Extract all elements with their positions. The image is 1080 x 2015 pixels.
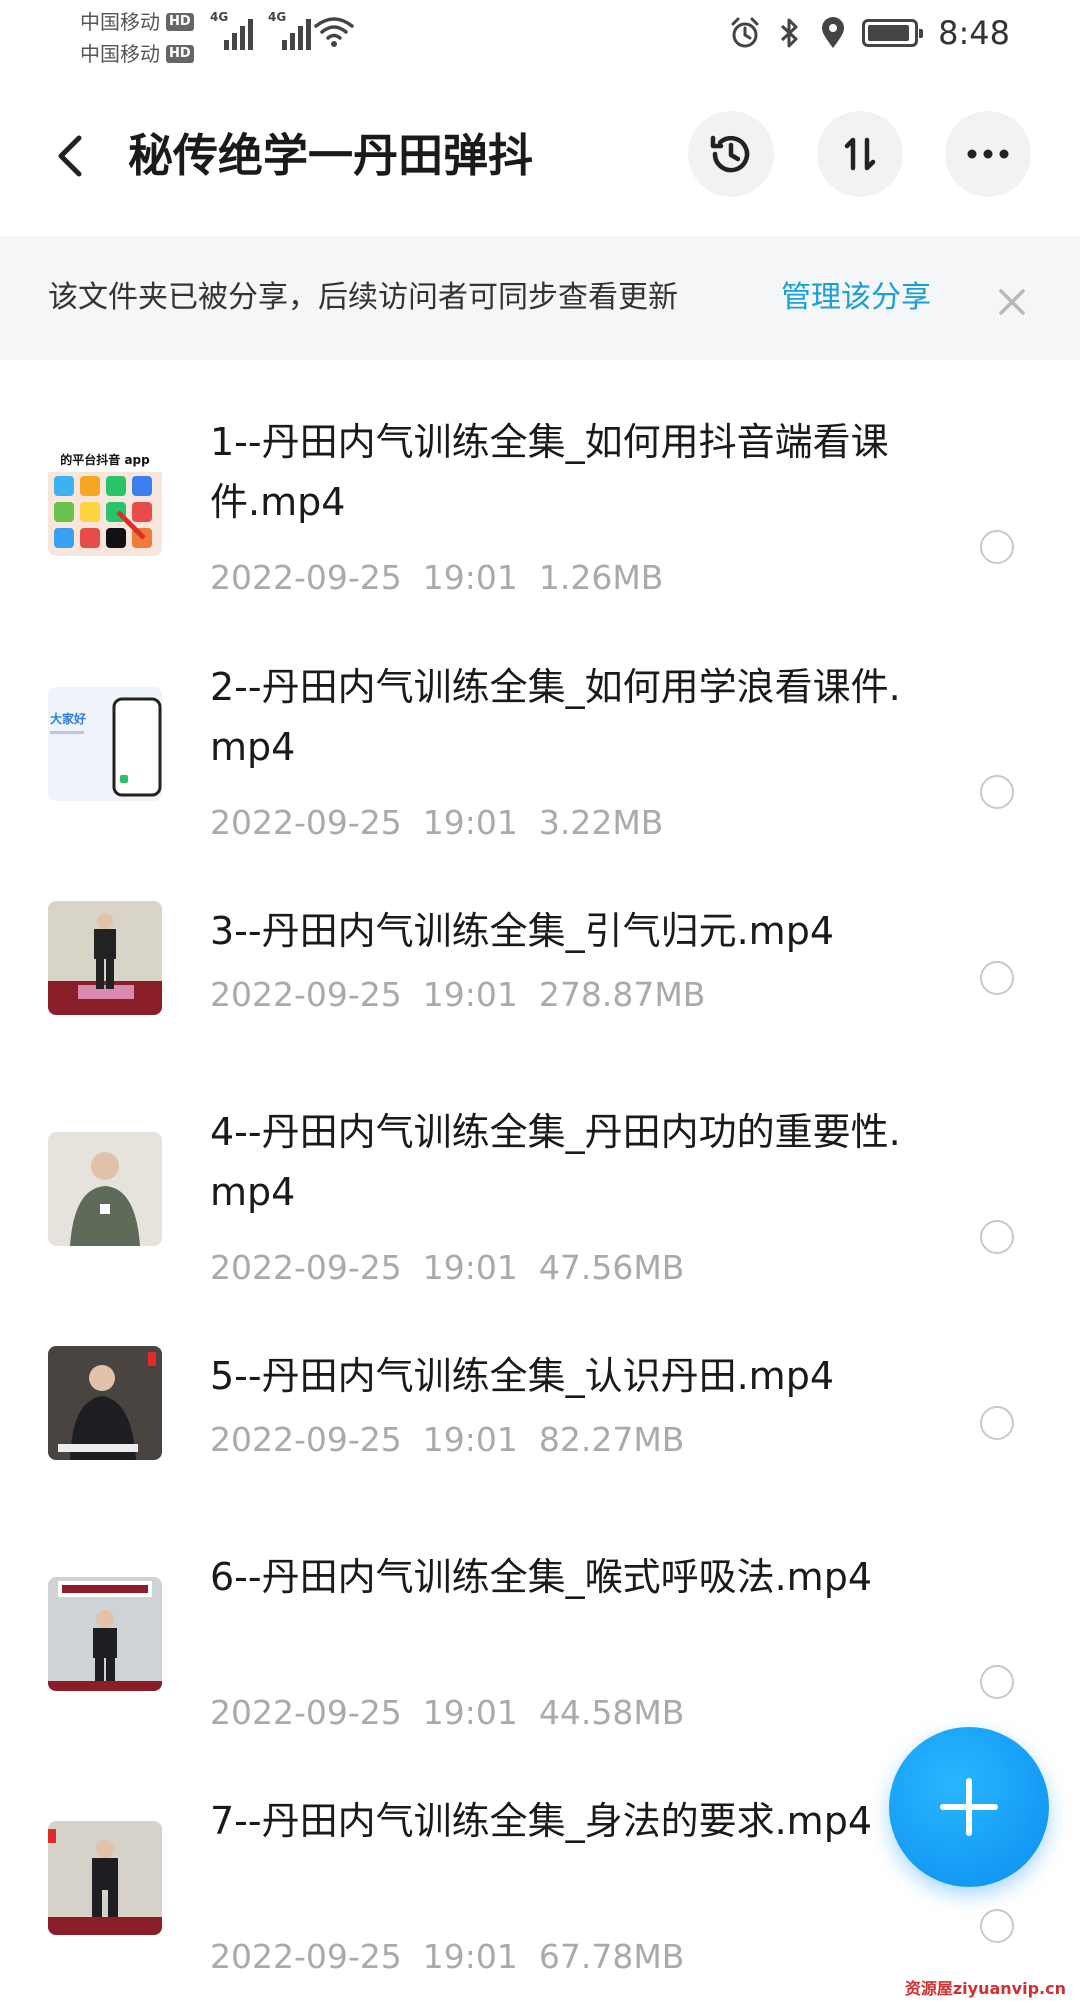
alarm-icon <box>731 17 759 48</box>
status-right: 8:48 <box>730 14 1010 52</box>
manage-share-link[interactable]: 管理该分享 <box>781 276 931 320</box>
share-notice-text: 该文件夹已被分享，后续访问者可同步查看更新 <box>48 280 678 315</box>
plus-icon <box>940 1778 998 1836</box>
sort-button[interactable] <box>817 111 903 197</box>
signal-strength-icon: 4G <box>268 10 311 50</box>
video-thumbnail <box>48 1821 162 1935</box>
thumb-caption: 的平台抖音 app <box>60 452 150 467</box>
file-meta: 2022-09-25 19:01 278.87MB <box>210 975 706 1014</box>
close-icon[interactable] <box>996 286 1028 318</box>
signal-strength-icon: 4G <box>210 10 253 50</box>
select-radio[interactable] <box>980 530 1014 564</box>
status-bar: 中国移动 HD 中国移动 HD 4G 4G 8:48 <box>0 0 1080 80</box>
chevron-left-icon <box>58 135 82 177</box>
add-button[interactable] <box>889 1727 1049 1887</box>
sort-icon <box>844 137 876 171</box>
select-radio[interactable] <box>980 961 1014 995</box>
file-name: 2--丹田内气训练全集_如何用学浪看课件.mp4 <box>210 665 901 769</box>
select-radio[interactable] <box>980 775 1014 809</box>
file-meta: 2022-09-25 19:01 82.27MB <box>210 1420 685 1459</box>
signal-indicators: 4G 4G <box>210 10 354 50</box>
video-thumbnail <box>48 1346 162 1460</box>
video-thumbnail <box>48 1132 162 1246</box>
select-radio[interactable] <box>980 1909 1014 1943</box>
battery-icon <box>862 19 924 47</box>
carrier-2: 中国移动 <box>80 42 160 66</box>
top-app-bar: 秘传绝学一丹田弹抖 <box>0 106 1080 202</box>
file-name: 6--丹田内气训练全集_喉式呼吸法.mp4 <box>210 1555 872 1599</box>
select-radio[interactable] <box>980 1665 1014 1699</box>
history-button[interactable] <box>688 111 774 197</box>
file-meta: 2022-09-25 19:01 1.26MB <box>210 558 664 597</box>
file-name: 7--丹田内气训练全集_身法的要求.mp4 <box>210 1799 872 1843</box>
video-thumbnail <box>48 1577 162 1691</box>
video-thumbnail: 的平台抖音 app <box>48 442 162 556</box>
file-meta: 2022-09-25 19:01 3.22MB <box>210 803 664 842</box>
select-radio[interactable] <box>980 1220 1014 1254</box>
carrier-info: 中国移动 HD 中国移动 HD <box>80 6 194 70</box>
back-button[interactable] <box>40 126 100 186</box>
thumb-caption: 大家好 <box>50 711 86 726</box>
share-banner: 该文件夹已被分享，后续访问者可同步查看更新 管理该分享 <box>0 236 1080 360</box>
watermark: 资源屋ziyuanvip.cn <box>904 1979 1066 1998</box>
file-meta: 2022-09-25 19:01 44.58MB <box>210 1693 685 1732</box>
bluetooth-icon <box>781 18 798 48</box>
video-thumbnail: 大家好 <box>48 687 162 801</box>
wifi-icon <box>314 17 354 47</box>
carrier-1: 中国移动 <box>80 10 160 34</box>
file-name: 5--丹田内气训练全集_认识丹田.mp4 <box>210 1354 834 1398</box>
file-name: 1--丹田内气训练全集_如何用抖音端看课件.mp4 <box>210 420 889 524</box>
file-name: 4--丹田内气训练全集_丹田内功的重要性.mp4 <box>210 1110 901 1214</box>
select-radio[interactable] <box>980 1406 1014 1440</box>
more-icon <box>967 149 1009 159</box>
location-icon <box>822 17 845 48</box>
page-title: 秘传绝学一丹田弹抖 <box>128 129 534 182</box>
hd-badge: HD <box>166 45 194 63</box>
file-meta: 2022-09-25 19:01 47.56MB <box>210 1248 685 1287</box>
hd-badge: HD <box>166 13 194 31</box>
file-meta: 2022-09-25 19:01 67.78MB <box>210 1937 685 1976</box>
clock: 8:48 <box>938 14 1010 52</box>
video-thumbnail <box>48 901 162 1015</box>
file-name: 3--丹田内气训练全集_引气归元.mp4 <box>210 909 834 953</box>
more-button[interactable] <box>945 111 1031 197</box>
history-icon <box>710 135 750 173</box>
